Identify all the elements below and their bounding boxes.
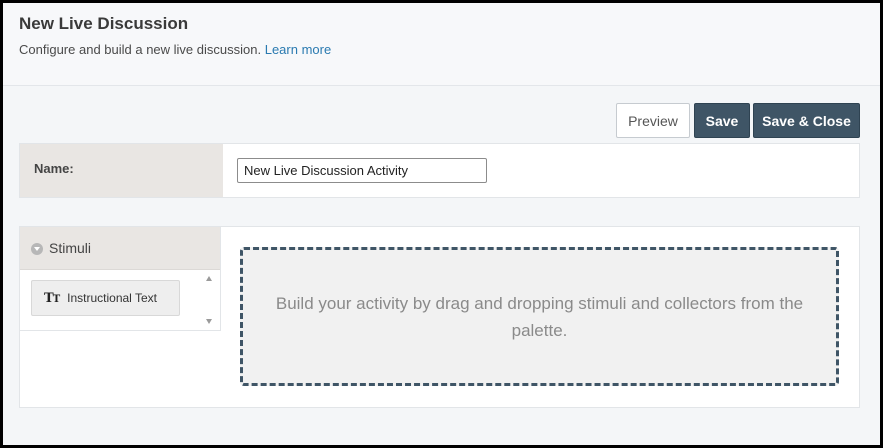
preview-button[interactable]: Preview [616,103,690,138]
name-input[interactable] [237,158,487,183]
subtitle-text: Configure and build a new live discussio… [19,42,262,57]
name-row: Name: [19,143,860,198]
palette-item-instructional-text[interactable]: TT Instructional Text [31,280,180,316]
page-header: New Live Discussion Configure and build … [3,3,880,86]
collapse-icon[interactable] [31,243,43,255]
drop-zone-placeholder: Build your activity by drag and dropping… [275,293,804,340]
text-format-icon: TT [44,290,60,306]
save-button[interactable]: Save [694,103,750,138]
activity-drop-zone[interactable]: Build your activity by drag and dropping… [240,247,839,386]
scroll-down-icon[interactable] [206,319,212,324]
stimuli-palette: Stimuli TT Instructional Text [20,227,221,331]
stimuli-section-header[interactable]: Stimuli [20,227,220,270]
page-title: New Live Discussion [19,14,189,33]
activity-builder: Stimuli TT Instructional Text Build your… [19,226,860,408]
name-label-cell: Name: [20,144,223,197]
scroll-up-icon[interactable] [206,276,212,281]
window-frame: New Live Discussion Configure and build … [0,0,883,448]
save-and-close-button[interactable]: Save & Close [753,103,860,138]
page-subtitle: Configure and build a new live discussio… [19,42,331,57]
learn-more-link[interactable]: Learn more [265,42,331,57]
palette-item-label: Instructional Text [67,291,157,305]
stimuli-section-title: Stimuli [49,240,92,256]
name-label: Name: [34,161,74,176]
